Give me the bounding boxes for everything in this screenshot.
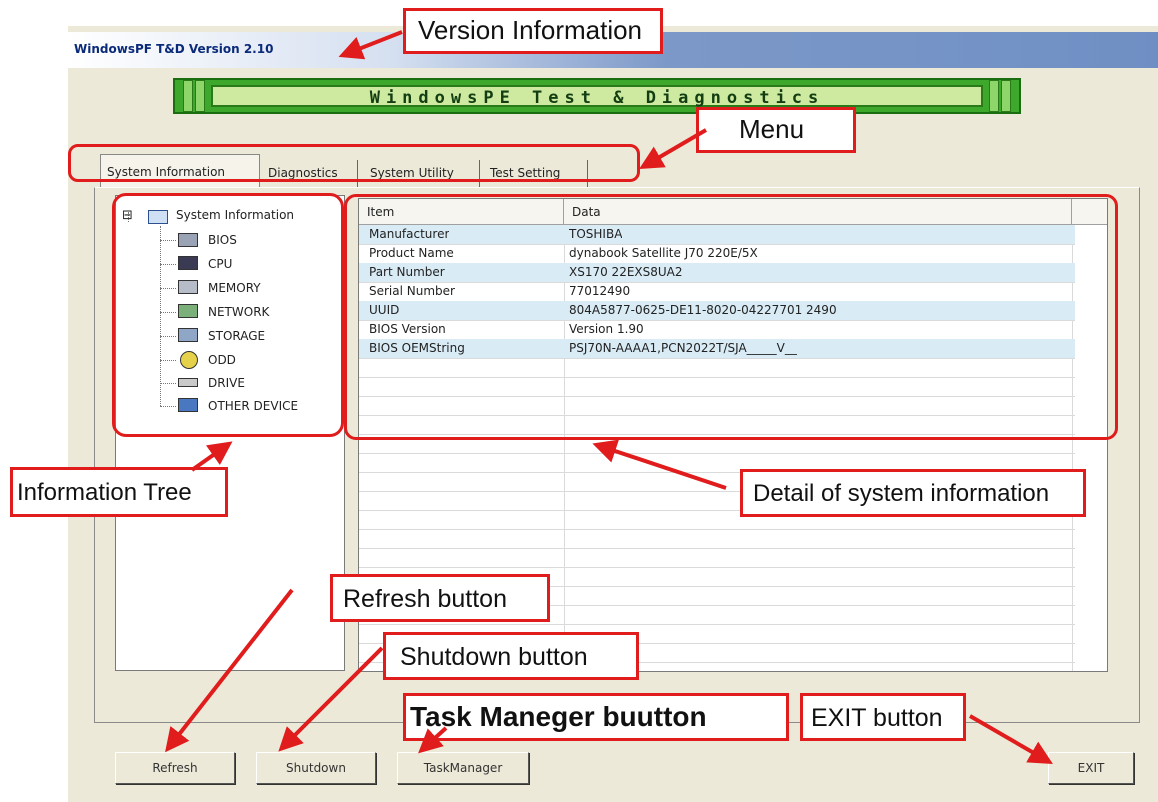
exit-arrow bbox=[968, 714, 1053, 765]
menu-arrow bbox=[639, 128, 708, 170]
taskmanager-arrow bbox=[418, 726, 448, 754]
tree-arrow bbox=[190, 441, 233, 472]
version-arrow bbox=[338, 30, 403, 60]
shutdown-arrow bbox=[278, 646, 384, 752]
annotation-arrows bbox=[165, 30, 1053, 765]
refresh-arrow bbox=[165, 588, 294, 753]
detail-arrow bbox=[592, 439, 727, 490]
